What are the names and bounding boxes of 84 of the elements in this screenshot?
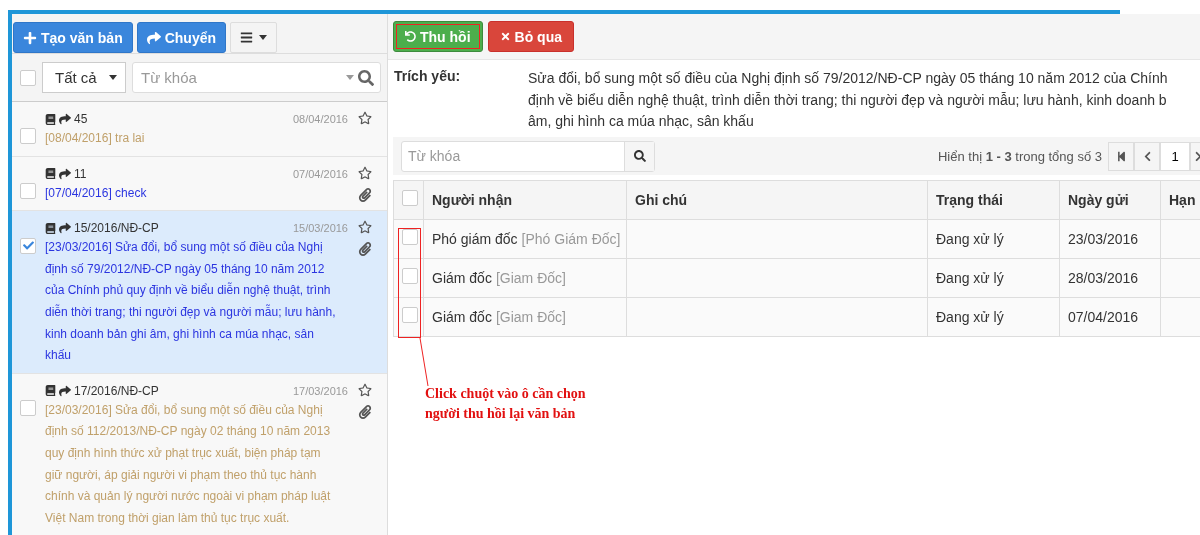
share-arrow-icon	[146, 30, 161, 45]
status-text: Đang xử lý	[936, 269, 1004, 286]
column-header: Trạng thái	[936, 191, 1003, 208]
sent-date: 23/03/2016	[1068, 230, 1139, 247]
column-header: Ngày gửi	[1068, 191, 1129, 208]
caret-icon	[109, 75, 117, 80]
document-date: 07/04/2016	[292, 167, 348, 180]
first-page-button[interactable]	[1108, 141, 1134, 171]
undo-icon	[405, 31, 416, 42]
document-item[interactable]	[12, 211, 387, 374]
annotation-text: Click chuột vào ô cần chọn người thu hồi lại văn bản	[425, 385, 586, 423]
list-icon	[240, 31, 254, 44]
paging-info: Hiển thị 1 - 3 trong tổng số 3	[937, 148, 1102, 164]
document-date: 15/03/2016	[292, 222, 348, 235]
recipient-name: Phó giám đốc	[432, 230, 518, 247]
forward-button[interactable]: Chuyển	[136, 22, 227, 53]
recipient-name: Giám đốc	[432, 269, 492, 286]
checkbox[interactable]	[20, 182, 36, 199]
dismiss-button[interactable]: Bỏ qua	[487, 21, 574, 52]
recipient-search-input[interactable]: Từ khóa	[402, 147, 624, 165]
check-icon	[22, 240, 34, 252]
summary-text: Sửa đổi, bổ sung một số điều của Nghị định số 79/2012/NĐ-CP ngày 05 tháng 10 năm 2012 của Chính	[528, 69, 1168, 88]
document-summary: [23/03/2016] Sửa đổi, bổ sung một số điều của Nghị định số 79/2012/NĐ-CP ngày 05 tháng 10 năm 2012 của Chính phủ quy định về biểu diễn nghệ thuật, trình diễn thời trang; thi người đẹp và người mẫu; lưu hành, kinh doanh bản ghi âm, ghi hình ca múa nhạc, sân khấu	[45, 239, 337, 365]
star-icon[interactable]	[358, 165, 372, 180]
leader-line	[419, 338, 429, 386]
share-arrow-icon	[59, 384, 71, 397]
sent-date: 28/03/2016	[1068, 269, 1139, 286]
document-number: 45	[74, 112, 88, 126]
plus-icon	[23, 30, 37, 45]
search-icon	[633, 150, 646, 162]
column-header: Ghi chú	[635, 191, 688, 208]
star-icon[interactable]	[358, 382, 372, 397]
status-text: Đang xử lý	[936, 308, 1004, 325]
search-button[interactable]	[624, 141, 654, 171]
book-icon	[45, 385, 56, 397]
column-header: Hạn	[1169, 191, 1196, 208]
book-icon	[45, 222, 56, 234]
column-header: Người nhận	[432, 191, 512, 208]
document-item[interactable]: 11 07/04/2016 [07/04/2016] check	[12, 156, 387, 212]
star-icon[interactable]	[358, 111, 372, 125]
menu-button[interactable]	[230, 22, 278, 53]
document-item[interactable]: 45 08/04/2016 [08/04/2016] tra lai	[12, 102, 387, 157]
document-summary: [23/03/2016] Sửa đổi, bổ sung một số điều của Nghị định số 112/2013/NĐ-CP ngày 02 tháng 10 năm 2013 quy định hình thức xử phạt trục xuất, biện pháp tạm giữ người, áp giải người vi phạm theo thủ tục hành chính và quản lý người nước ngoài vi phạm pháp luật Việt Nam trong thời gian làm thủ tục trục xuất.	[45, 401, 332, 527]
checkbox[interactable]	[20, 128, 36, 144]
recipient-search-field[interactable]: Từ khóa	[401, 140, 655, 172]
search-icon	[358, 69, 374, 86]
checkbox[interactable]	[20, 399, 36, 416]
page-field[interactable]: 1	[1160, 141, 1190, 171]
star-icon[interactable]	[358, 220, 372, 235]
create-document-button[interactable]: Tạo văn bản	[13, 22, 133, 53]
share-arrow-icon	[59, 113, 71, 125]
recipient-role: [Giam Đốc]	[495, 308, 566, 325]
document-date: 17/03/2016	[292, 384, 348, 397]
search-field[interactable]: Từ khóa	[132, 62, 381, 93]
recipient-role: [Phó Giám Đốc]	[521, 230, 621, 247]
book-icon	[45, 168, 56, 180]
recipient-name: Giám đốc	[432, 308, 492, 325]
summary-text: âm, ghi hình ca múa nhạc, sân khấu	[528, 112, 755, 131]
status-text: Đang xử lý	[936, 230, 1004, 247]
recipient-role: [Giam Đốc]	[495, 269, 566, 286]
document-number: 11	[74, 166, 87, 181]
document-number: 15/2016/NĐ-CP	[74, 221, 159, 236]
close-icon	[499, 31, 511, 42]
sent-date: 07/04/2016	[1068, 308, 1139, 325]
checkbox[interactable]	[402, 229, 418, 245]
summary-label: Trích yếu:	[394, 68, 462, 86]
summary-text: định về biểu diễn nghệ thuật, trình diễn thời trang; thi người đẹp và người mẫu; lưu hành, kinh doanh b	[528, 90, 1168, 110]
share-arrow-icon	[59, 222, 71, 235]
checkbox[interactable]	[20, 237, 36, 254]
caret-icon	[259, 35, 268, 40]
checkbox[interactable]	[20, 69, 36, 86]
search-input[interactable]: Từ khóa	[139, 68, 342, 87]
scope-select[interactable]: Tất cả	[42, 62, 126, 93]
document-date: 08/04/2016	[292, 113, 348, 125]
checkbox[interactable]	[402, 268, 418, 284]
previous-page-button[interactable]	[1134, 141, 1160, 171]
document-summary: [08/04/2016] tra lai	[45, 130, 146, 147]
share-arrow-icon	[59, 167, 71, 180]
document-number: 17/2016/NĐ-CP	[74, 383, 159, 398]
first-page-icon	[1115, 150, 1127, 162]
document-summary: [07/04/2016] check	[45, 184, 148, 202]
checkbox[interactable]	[402, 307, 418, 323]
checkbox[interactable]	[402, 190, 418, 206]
book-icon	[45, 113, 56, 125]
